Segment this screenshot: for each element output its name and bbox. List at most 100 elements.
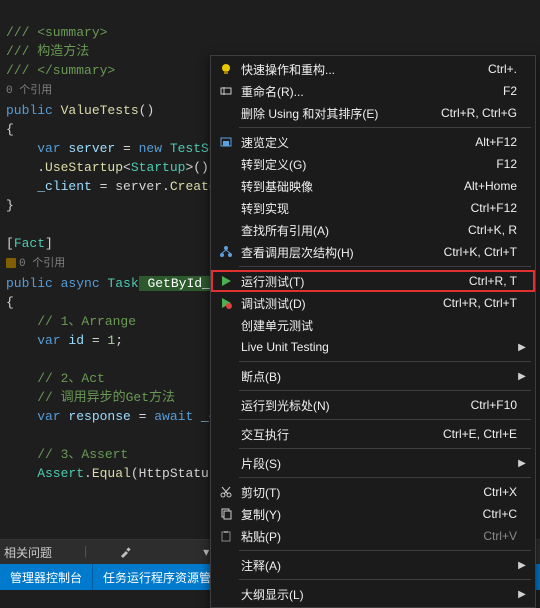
code-line: } [6, 198, 14, 213]
code-line: // 1、Arrange [6, 314, 136, 329]
menu-item-label: 运行到光标处(N) [237, 397, 459, 414]
menu-item[interactable]: 粘贴(P)Ctrl+V [211, 525, 535, 547]
code-line: var server = new TestServ [6, 141, 232, 156]
menu-item-shortcut: Ctrl+K, Ctrl+T [444, 245, 517, 259]
menu-item-label: 转到实现 [237, 200, 459, 217]
menu-item-shortcut: Alt+Home [464, 179, 517, 193]
menu-item[interactable]: 注释(A)▶ [211, 554, 535, 576]
menu-item[interactable]: 剪切(T)Ctrl+X [211, 481, 535, 503]
menu-item-shortcut: Ctrl+K, R [468, 223, 517, 237]
menu-item[interactable]: 重命名(R)...F2 [211, 80, 535, 102]
bulb-icon [215, 62, 237, 76]
run-icon [215, 274, 237, 288]
menu-item-label: 注释(A) [237, 557, 517, 574]
menu-item[interactable]: 删除 Using 和对其排序(E) Ctrl+R, Ctrl+G [211, 102, 535, 124]
reference-count[interactable]: 0 个引用 [6, 85, 52, 97]
menu-separator [239, 448, 531, 449]
reference-count[interactable]: 0 个引用 [6, 255, 65, 270]
code-line: .UseStartup<Startup>()); [6, 160, 224, 175]
menu-item-shortcut: Ctrl+R, T [469, 274, 517, 288]
menu-separator [239, 266, 531, 267]
menu-item-label: 速览定义 [237, 134, 463, 151]
menu-item-shortcut: Ctrl+F12 [471, 201, 517, 215]
menu-item-label: 片段(S) [237, 455, 517, 472]
menu-item-label: 断点(B) [237, 368, 517, 385]
menu-item-shortcut: Ctrl+X [483, 485, 517, 499]
code-line: Assert.Equal(HttpStatusCo [6, 466, 232, 481]
menu-item-label: 大纲显示(L) [237, 586, 517, 603]
menu-item[interactable]: 复制(Y)Ctrl+C [211, 503, 535, 525]
menu-item-shortcut: Ctrl+R, Ctrl+T [443, 296, 517, 310]
menu-item[interactable]: 查找所有引用(A) Ctrl+K, R [211, 219, 535, 241]
peek-icon [215, 135, 237, 149]
menu-item-label: 查看调用层次结构(H) [237, 244, 432, 261]
menu-item[interactable]: 大纲显示(L)▶ [211, 583, 535, 605]
menu-item-shortcut: Ctrl+R, Ctrl+G [441, 106, 517, 120]
menu-item-label: 删除 Using 和对其排序(E) [237, 105, 429, 122]
menu-item[interactable]: 查看调用层次结构(H) Ctrl+K, Ctrl+T [211, 241, 535, 263]
tab-console[interactable]: 管理器控制台 [0, 564, 93, 590]
menu-separator [239, 419, 531, 420]
menu-separator [239, 550, 531, 551]
code-line: /// </summary> [6, 63, 115, 78]
hierarchy-icon [215, 245, 237, 259]
code-line: /// <summary> [6, 25, 107, 40]
menu-item-label: 创建单元测试 [237, 317, 517, 334]
submenu-arrow-icon: ▶ [517, 560, 527, 571]
codelens-flag-icon [6, 258, 16, 268]
panel-title[interactable]: 相关问题 [4, 544, 52, 561]
code-line: { [6, 295, 14, 310]
cut-icon [215, 485, 237, 499]
menu-item-label: 查找所有引用(A) [237, 222, 456, 239]
menu-item[interactable]: Live Unit Testing▶ [211, 336, 535, 358]
copy-icon [215, 507, 237, 521]
menu-item[interactable]: 速览定义 Alt+F12 [211, 131, 535, 153]
menu-item-shortcut: Ctrl+V [483, 529, 517, 543]
menu-item-shortcut: Ctrl+. [488, 62, 517, 76]
code-line: // 2、Act [6, 371, 105, 386]
code-line: public async Task GetById_Sho [6, 276, 234, 291]
code-line: var response = await _cl [6, 409, 224, 424]
menu-item-label: 交互执行 [237, 426, 431, 443]
dropdown-icon[interactable]: ▾ [203, 545, 209, 560]
menu-item[interactable]: 断点(B)▶ [211, 365, 535, 387]
menu-item[interactable]: 片段(S)▶ [211, 452, 535, 474]
submenu-arrow-icon: ▶ [517, 458, 527, 469]
menu-separator [239, 477, 531, 478]
submenu-arrow-icon: ▶ [517, 371, 527, 382]
code-line: /// 构造方法 [6, 44, 89, 59]
menu-item-shortcut: F2 [503, 84, 517, 98]
menu-item-label: 快速操作和重构... [237, 61, 476, 78]
menu-item[interactable]: 转到实现 Ctrl+F12 [211, 197, 535, 219]
menu-item-shortcut: Ctrl+C [483, 507, 517, 521]
rename-icon [215, 84, 237, 98]
brush-icon[interactable] [119, 545, 133, 559]
menu-item[interactable]: 交互执行 Ctrl+E, Ctrl+E [211, 423, 535, 445]
menu-item[interactable]: 运行测试(T) Ctrl+R, T [211, 270, 535, 292]
menu-item[interactable]: 转到定义(G)F12 [211, 153, 535, 175]
blank-line [6, 217, 14, 232]
menu-item[interactable]: 创建单元测试 [211, 314, 535, 336]
context-menu: 快速操作和重构...Ctrl+.重命名(R)...F2删除 Using 和对其排… [210, 55, 536, 608]
menu-item-label: 运行测试(T) [237, 273, 457, 290]
menu-item-shortcut: Ctrl+E, Ctrl+E [443, 427, 517, 441]
code-line: public ValueTests() [6, 103, 154, 118]
menu-separator [239, 579, 531, 580]
menu-item-shortcut: F12 [496, 157, 517, 171]
blank-line [6, 428, 14, 443]
code-line: var id = 1; [6, 333, 123, 348]
menu-item[interactable]: 运行到光标处(N)Ctrl+F10 [211, 394, 535, 416]
code-line: // 调用异步的Get方法 [6, 390, 175, 405]
menu-item[interactable]: 快速操作和重构... Ctrl+. [211, 58, 535, 80]
menu-item-shortcut: Alt+F12 [475, 135, 517, 149]
code-line: _client = server.CreateCl [6, 179, 232, 194]
menu-item[interactable]: 调试测试(D)Ctrl+R, Ctrl+T [211, 292, 535, 314]
menu-item-label: Live Unit Testing [237, 340, 517, 354]
debug-icon [215, 296, 237, 310]
menu-separator [239, 127, 531, 128]
menu-item[interactable]: 转到基础映像 Alt+Home [211, 175, 535, 197]
blank-line [6, 352, 14, 367]
menu-item-label: 转到基础映像 [237, 178, 452, 195]
divider: | [82, 545, 89, 559]
submenu-arrow-icon: ▶ [517, 342, 527, 353]
